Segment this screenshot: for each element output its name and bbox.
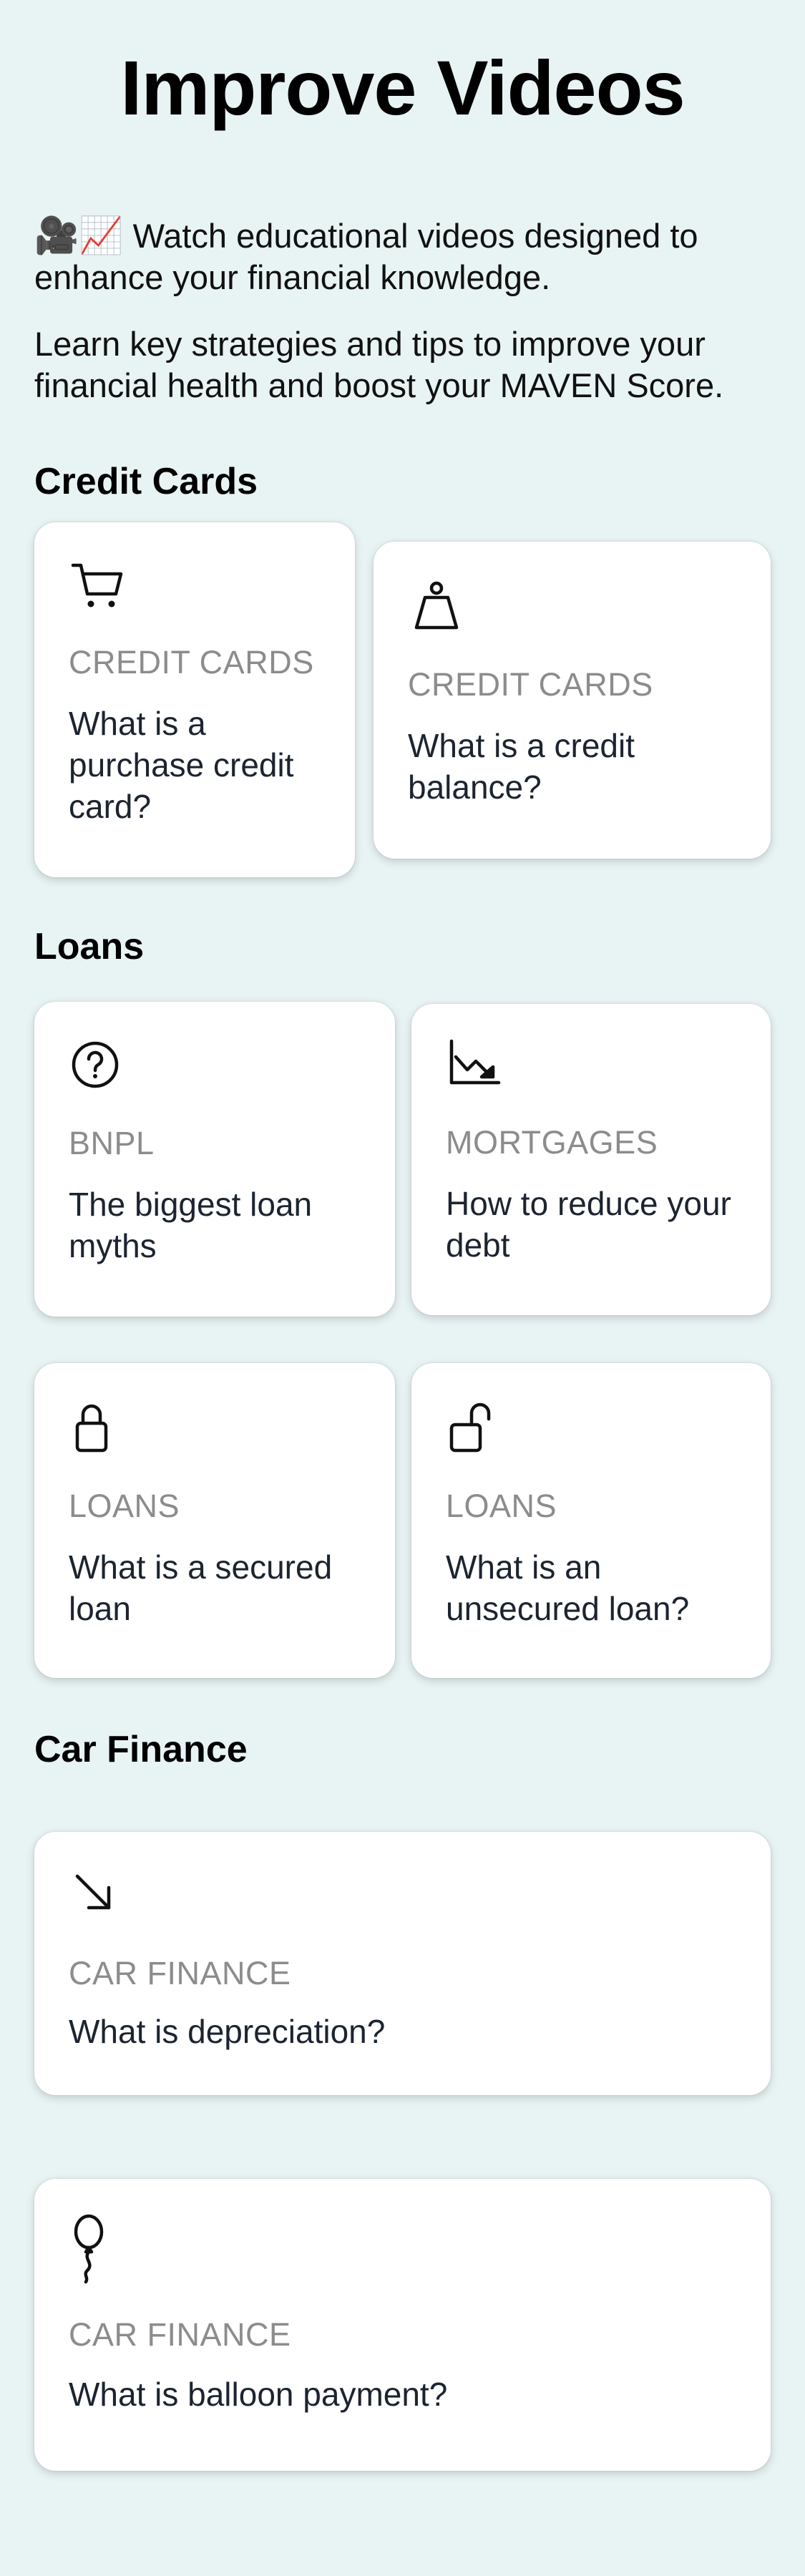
section-title-credit-cards: Credit Cards bbox=[34, 461, 258, 502]
unlock-icon bbox=[446, 1399, 503, 1456]
shopping-cart-icon bbox=[69, 557, 126, 614]
intro-text: 🎥📈 Watch educational videos designed to … bbox=[34, 215, 779, 298]
card-question: What is an unsecured loan? bbox=[446, 1548, 690, 1627]
card-question: What is a credit balance? bbox=[408, 727, 635, 806]
card-category: BNPL bbox=[69, 1125, 155, 1161]
card-category: CAR FINANCE bbox=[69, 1955, 291, 1991]
intro-line-1: Watch educational videos designed to enh… bbox=[34, 217, 698, 296]
card-question: What is a purchase credit card? bbox=[69, 705, 294, 825]
video-chart-emoji: 🎥📈 bbox=[34, 215, 124, 256]
video-card-purchase-credit-card[interactable]: CREDIT CARDS What is a purchase credit c… bbox=[34, 522, 355, 877]
section-title-car-finance: Car Finance bbox=[34, 1729, 248, 1770]
card-question: What is balloon payment? bbox=[69, 2376, 448, 2413]
card-category: CREDIT CARDS bbox=[408, 666, 653, 703]
card-question: What is depreciation? bbox=[69, 2013, 386, 2050]
video-card-depreciation[interactable]: CAR FINANCE What is depreciation? bbox=[34, 1832, 771, 2095]
card-question: How to reduce your debt bbox=[446, 1185, 731, 1264]
video-card-credit-balance[interactable]: CREDIT CARDS What is a credit balance? bbox=[374, 542, 771, 859]
video-card-unsecured-loan[interactable]: LOANS What is an unsecured loan? bbox=[411, 1363, 771, 1678]
card-question: The biggest loan myths bbox=[69, 1186, 313, 1264]
weight-icon bbox=[408, 577, 465, 635]
video-card-balloon-payment[interactable]: CAR FINANCE What is balloon payment? bbox=[34, 2179, 771, 2471]
chart-down-icon bbox=[446, 1035, 503, 1093]
video-card-loan-myths[interactable]: BNPL The biggest loan myths bbox=[34, 1002, 395, 1317]
card-category: CREDIT CARDS bbox=[69, 644, 314, 680]
card-category: CAR FINANCE bbox=[69, 2316, 291, 2353]
question-circle-icon bbox=[69, 1036, 126, 1093]
video-card-secured-loan[interactable]: LOANS What is a secured loan bbox=[34, 1363, 395, 1678]
card-question: What is a secured loan bbox=[69, 1548, 333, 1627]
intro-text-2: Learn key strategies and tips to improve… bbox=[34, 325, 724, 404]
card-category: LOANS bbox=[446, 1488, 557, 1524]
page-title: Improve Videos bbox=[120, 44, 685, 131]
arrow-down-right-icon bbox=[69, 1866, 126, 1923]
lock-icon bbox=[69, 1399, 126, 1456]
card-category: MORTGAGES bbox=[446, 1124, 658, 1161]
video-card-reduce-debt[interactable]: MORTGAGES How to reduce your debt bbox=[411, 1004, 771, 1315]
section-title-loans: Loans bbox=[34, 926, 145, 967]
card-category: LOANS bbox=[69, 1488, 180, 1524]
balloon-icon bbox=[69, 2213, 126, 2285]
